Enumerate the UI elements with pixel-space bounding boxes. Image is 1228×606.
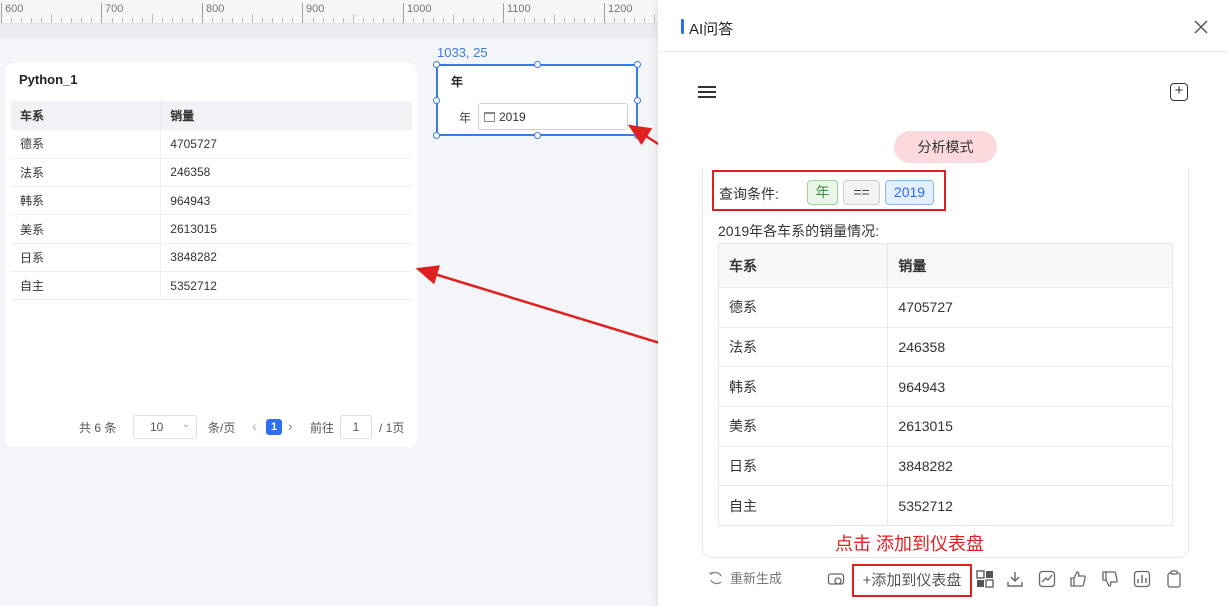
- new-chat-icon[interactable]: +: [1170, 83, 1188, 101]
- table-cell: 美系: [718, 406, 889, 447]
- trend-chart-icon[interactable]: [1038, 570, 1056, 588]
- close-icon[interactable]: [1193, 19, 1209, 35]
- thumbs-down-icon[interactable]: [1101, 570, 1119, 588]
- answer-description: 2019年各车系的销量情况:: [718, 223, 880, 239]
- table-cell: 德系: [718, 287, 889, 328]
- annotation-callout: 点击 添加到仪表盘: [835, 534, 985, 554]
- table-header-row: 车系 销量: [718, 243, 1173, 288]
- table-cell: 4705727: [887, 287, 1173, 328]
- condition-label: 查询条件:: [719, 186, 779, 202]
- table-row: 日系 3848282: [718, 445, 1173, 486]
- table-row: 德系 4705727: [718, 287, 1173, 328]
- answer-action-bar: 重新生成 +添加到仪表盘: [658, 562, 1228, 598]
- table-row: 自主 5352712: [718, 485, 1173, 526]
- table-cell: 964943: [887, 366, 1173, 407]
- menu-icon[interactable]: [698, 86, 716, 100]
- table-cell: 自主: [718, 485, 889, 526]
- title-accent-bar: [681, 19, 684, 34]
- table-cell: 3848282: [887, 445, 1173, 486]
- panel-title: AI问答: [689, 21, 734, 38]
- table-row: 美系 2613015: [718, 406, 1173, 447]
- table-cell: 5352712: [887, 485, 1173, 526]
- mode-badge[interactable]: 分析模式: [894, 131, 997, 163]
- download-icon[interactable]: [1006, 570, 1024, 588]
- insight-icon[interactable]: [1133, 570, 1151, 588]
- query-condition: 查询条件: 年 == 2019: [712, 170, 946, 211]
- column-header[interactable]: 销量: [887, 243, 1173, 288]
- regenerate-label: 重新生成: [730, 571, 783, 586]
- table-cell: 2613015: [887, 406, 1173, 447]
- copy-icon[interactable]: [1165, 570, 1183, 588]
- chart-view-icon[interactable]: [827, 570, 845, 588]
- table-cell: 日系: [718, 445, 889, 486]
- column-header[interactable]: 车系: [718, 243, 889, 288]
- condition-value-chip[interactable]: 2019: [885, 180, 934, 205]
- condition-operator-chip[interactable]: ==: [843, 180, 880, 205]
- regenerate-button[interactable]: 重新生成: [708, 568, 782, 587]
- table-cell: 246358: [887, 326, 1173, 367]
- table-cell: 韩系: [718, 366, 889, 407]
- condition-field-chip[interactable]: 年: [807, 180, 838, 205]
- ai-qa-panel: AI问答 + 分析模式 查询条件: 年 == 2019 2019年各车系的销量情…: [658, 0, 1228, 606]
- table-cell: 法系: [718, 326, 889, 367]
- thumbs-up-icon[interactable]: [1069, 570, 1087, 588]
- answer-table: 车系 销量 德系 4705727 法系 246358 韩系 964943 美系 2613…: [718, 243, 1173, 527]
- panel-header: AI问答: [658, 0, 1228, 52]
- add-to-dashboard-button[interactable]: +添加到仪表盘: [852, 564, 972, 597]
- calculator-icon[interactable]: [976, 570, 994, 588]
- table-row: 韩系 964943: [718, 366, 1173, 407]
- refresh-icon: [708, 571, 722, 585]
- table-row: 法系 246358: [718, 326, 1173, 367]
